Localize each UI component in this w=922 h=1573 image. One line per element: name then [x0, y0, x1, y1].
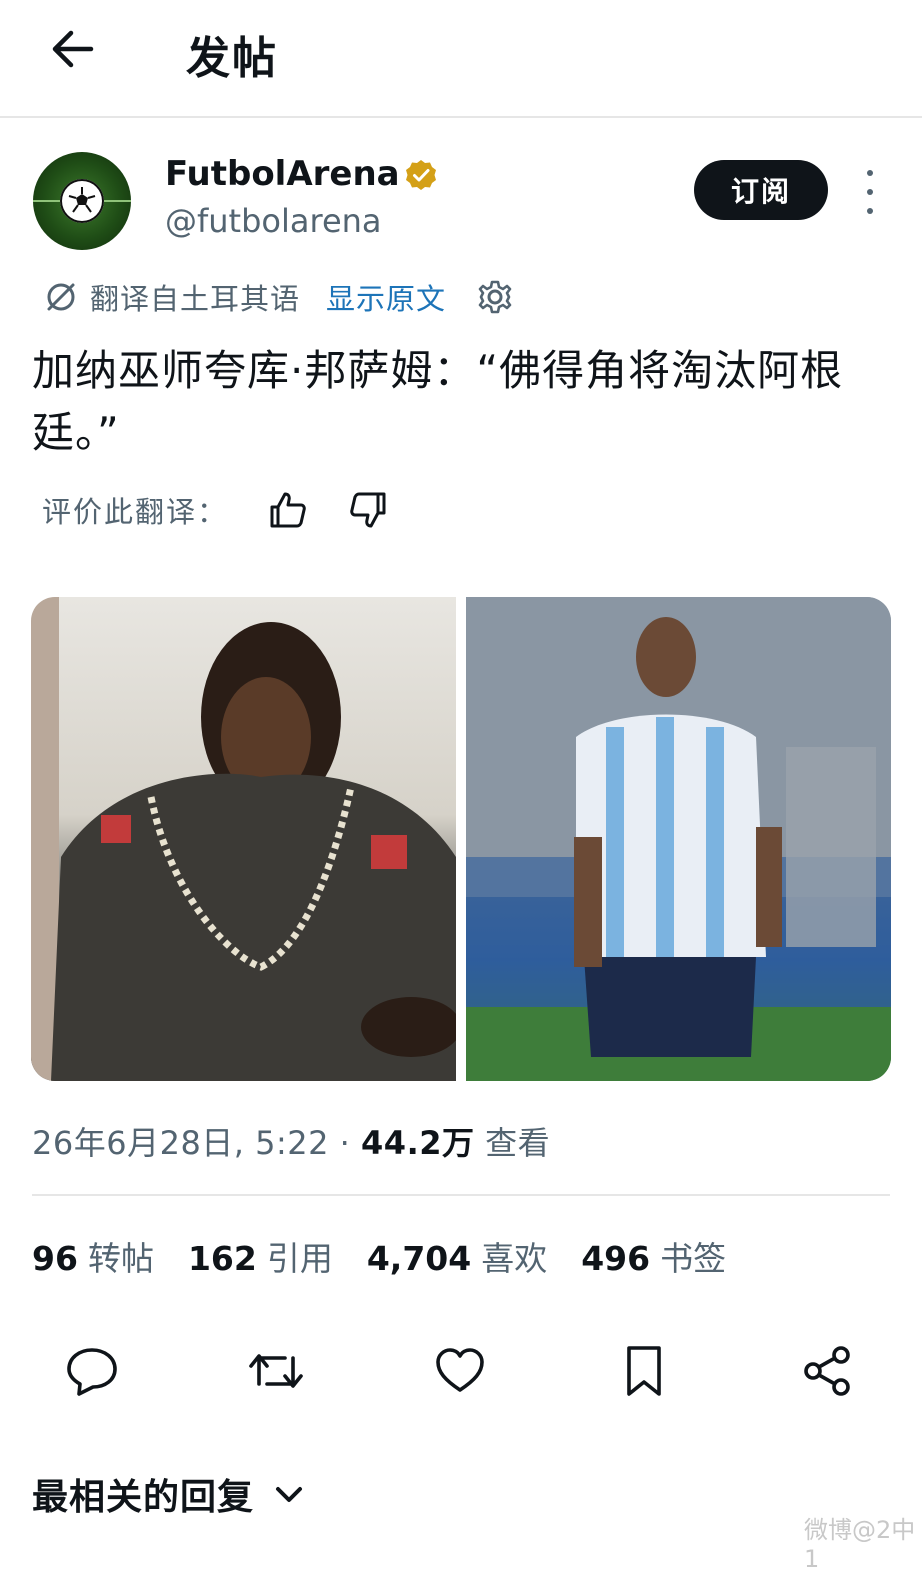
views-count: 44.2万 [361, 1124, 475, 1162]
post-meta: 26年6月28日, 5:22 · 44.2万 查看 [32, 1118, 550, 1164]
avatar[interactable] [33, 152, 131, 250]
stat-quotes[interactable]: 162 引用 [188, 1232, 333, 1280]
post-text: 加纳巫师夸库·邦萨姆：“佛得角将淘汰阿根廷。” [32, 346, 844, 457]
views-label: 查看 [474, 1124, 551, 1162]
stat-count: 496 [581, 1239, 651, 1278]
translate-icon [47, 283, 75, 311]
like-icon [436, 1348, 484, 1392]
bookmark-button[interactable] [614, 1338, 674, 1404]
stat-label: 喜欢 [481, 1239, 548, 1278]
stat-label: 转帖 [87, 1239, 154, 1278]
translation-bar: 翻译自土耳其语 显示原文 [44, 275, 514, 319]
soccer-ball-icon [60, 179, 104, 223]
bookmark-icon [627, 1346, 661, 1396]
post-timestamp[interactable]: 26年6月28日, 5:22 · [32, 1124, 361, 1162]
replies-title: 最相关的回复 [32, 1477, 255, 1518]
post-media[interactable] [31, 597, 891, 1081]
top-bar: 发帖 [0, 0, 922, 118]
arrow-left-icon [52, 30, 94, 68]
translation-label: 翻译自土耳其语 [90, 282, 301, 316]
more-vertical-icon[interactable] [858, 170, 882, 214]
stat-retweets[interactable]: 96 转帖 [32, 1232, 154, 1280]
stat-label: 书签 [660, 1239, 727, 1278]
back-button[interactable] [48, 24, 98, 74]
verified-badge-icon [406, 160, 436, 190]
share-button[interactable] [798, 1338, 858, 1404]
thumbs-up-icon[interactable] [268, 490, 308, 530]
photo-soccer-player-icon [466, 597, 891, 1081]
replies-sort[interactable]: 最相关的回复 [32, 1468, 306, 1520]
action-bar [0, 1338, 922, 1408]
photo-person-icon [31, 597, 456, 1081]
watermark: 微博@2中1 [804, 1516, 916, 1573]
retweet-button[interactable] [246, 1338, 306, 1404]
thumbs-down-icon[interactable] [348, 490, 388, 530]
page-title: 发帖 [186, 33, 278, 84]
stat-likes[interactable]: 4,704 喜欢 [367, 1232, 547, 1280]
user-handle[interactable]: @futbolarena [165, 202, 382, 240]
stat-count: 4,704 [366, 1239, 472, 1278]
engagement-stats: 96 转帖 162 引用 4,704 喜欢 496 书签 [32, 1232, 760, 1280]
stat-bookmarks[interactable]: 496 书签 [581, 1232, 726, 1280]
reply-icon [67, 1348, 117, 1396]
gear-icon[interactable] [476, 278, 514, 316]
stat-count: 162 [187, 1239, 257, 1278]
reply-button[interactable] [62, 1338, 122, 1404]
stat-count: 96 [32, 1239, 78, 1278]
stat-label: 引用 [266, 1239, 333, 1278]
share-icon [804, 1346, 850, 1396]
subscribe-button[interactable]: 订阅 [694, 160, 828, 220]
divider [32, 1194, 890, 1196]
photo-soccer-player[interactable] [466, 597, 891, 1081]
rate-translation: 评价此翻译： [42, 486, 388, 534]
chevron-down-icon [276, 1487, 303, 1502]
display-name[interactable]: FutbolArena [165, 154, 400, 194]
show-original-link[interactable]: 显示原文 [326, 276, 446, 318]
like-button[interactable] [430, 1338, 490, 1404]
retweet-icon [249, 1354, 303, 1388]
rate-label: 评价此翻译： [42, 495, 229, 529]
photo-person[interactable] [31, 597, 456, 1081]
